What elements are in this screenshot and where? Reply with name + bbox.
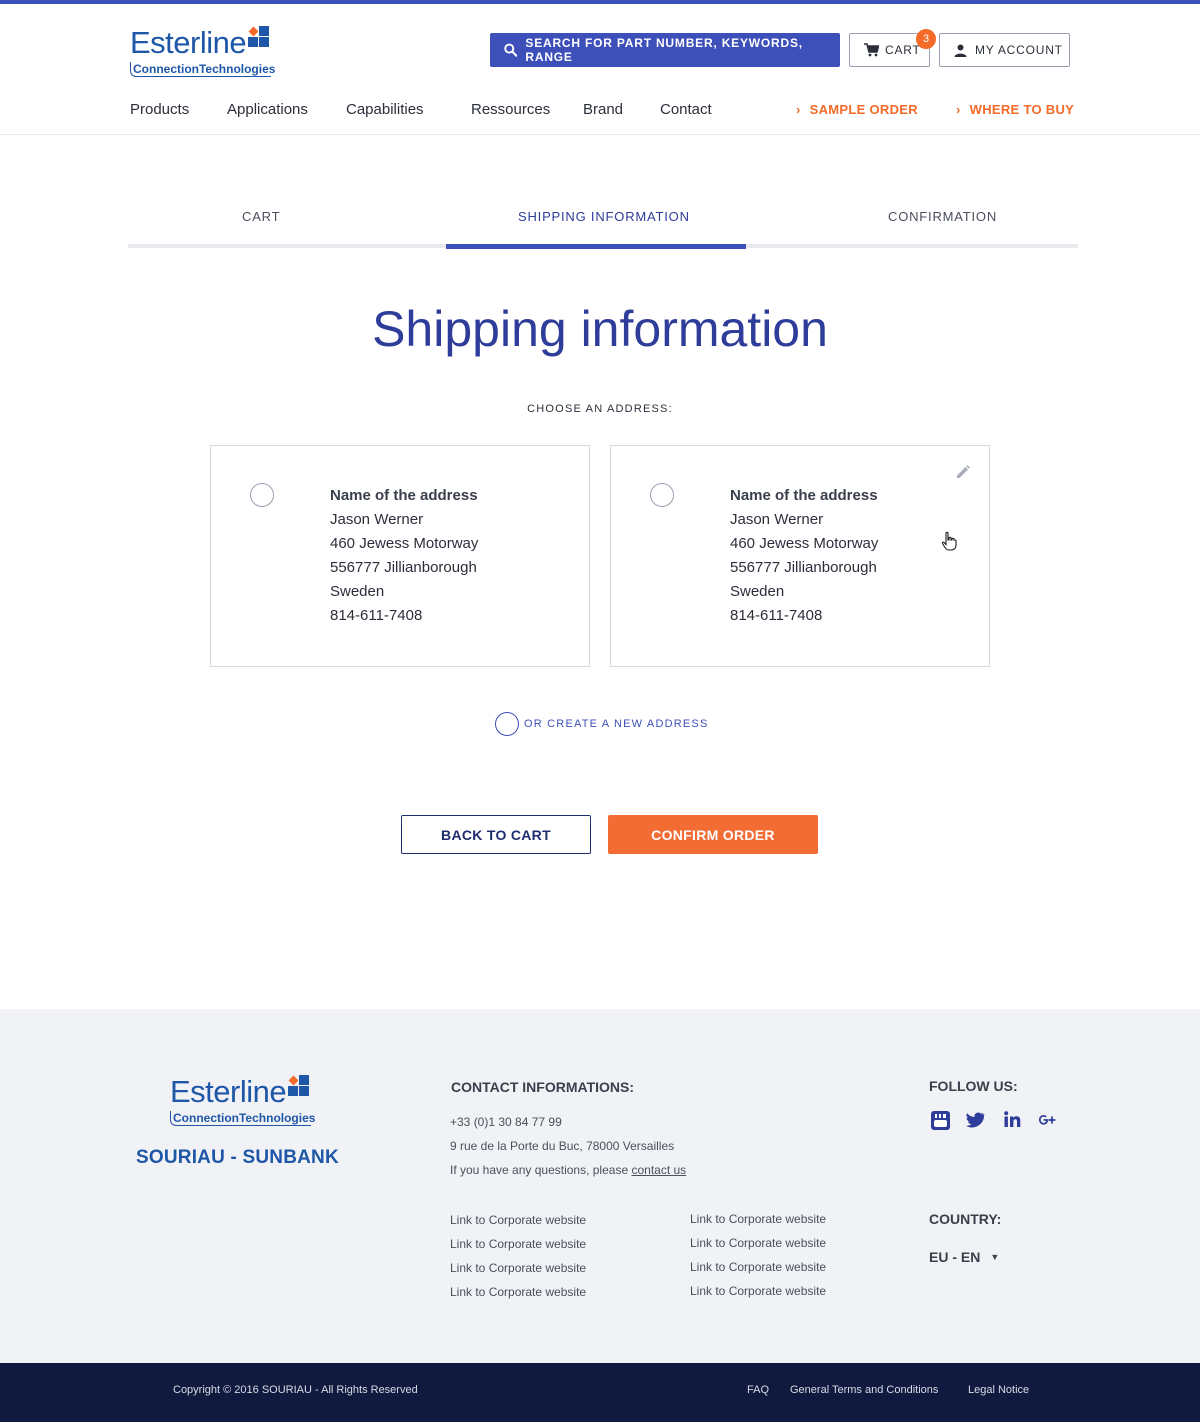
faq-link[interactable]: FAQ <box>747 1384 769 1396</box>
nav-capabilities[interactable]: Capabilities <box>346 101 424 118</box>
my-account-label: MY ACCOUNT <box>975 43 1063 57</box>
search-icon <box>504 43 518 57</box>
nav-products[interactable]: Products <box>130 101 189 118</box>
address-city: 556777 Jillianborough <box>330 559 477 576</box>
address-country: Sweden <box>330 583 385 600</box>
sample-order-label: SAMPLE ORDER <box>809 102 918 117</box>
nav-ressources[interactable]: Ressources <box>471 101 550 118</box>
sample-order-link[interactable]: › SAMPLE ORDER <box>796 102 918 117</box>
corporate-link[interactable]: Link to Corporate website <box>450 1285 586 1299</box>
country-selector[interactable]: EU - EN ▼ <box>929 1249 999 1265</box>
back-to-cart-button[interactable]: BACK TO CART <box>401 815 591 854</box>
corporate-link[interactable]: Link to Corporate website <box>690 1284 826 1298</box>
contact-address: 9 rue de la Porte du Buc, 78000 Versaill… <box>450 1139 675 1153</box>
address-person: Jason Werner <box>730 511 824 528</box>
user-icon <box>954 44 967 57</box>
terms-link[interactable]: General Terms and Conditions <box>790 1384 938 1396</box>
where-to-buy-label: WHERE TO BUY <box>969 102 1075 117</box>
new-address-radio[interactable] <box>495 712 519 736</box>
logo-mark-icon <box>248 26 269 47</box>
steps-active-indicator <box>446 244 746 249</box>
page-title: Shipping information <box>372 301 828 357</box>
cart-count-badge: 3 <box>916 29 936 49</box>
chevron-right-icon: › <box>956 102 961 117</box>
step-confirmation: CONFIRMATION <box>888 209 998 224</box>
copyright-text: Copyright © 2016 SOURIAU - All Rights Re… <box>173 1384 418 1396</box>
nav-applications[interactable]: Applications <box>227 101 308 118</box>
address-person: Jason Werner <box>330 511 424 528</box>
address-city: 556777 Jillianborough <box>730 559 877 576</box>
footer-brand-name: SOURIAU - SUNBANK <box>136 1147 339 1168</box>
address-country: Sweden <box>730 583 785 600</box>
corporate-link[interactable]: Link to Corporate website <box>690 1212 826 1226</box>
contact-question-text: If you have any questions, please <box>450 1163 629 1177</box>
address-street: 460 Jewess Motorway <box>330 535 479 552</box>
cart-icon <box>864 43 879 57</box>
corporate-link[interactable]: Link to Corporate website <box>690 1260 826 1274</box>
corporate-link[interactable]: Link to Corporate website <box>450 1261 586 1275</box>
logo-wordmark: Esterline <box>130 25 247 60</box>
country-value: EU - EN <box>929 1249 981 1265</box>
address-name: Name of the address <box>330 487 478 504</box>
address-phone: 814-611-7408 <box>730 607 823 624</box>
search-label: SEARCH FOR PART NUMBER, KEYWORDS, RANGE <box>525 36 803 64</box>
footer-logo-wordmark: Esterline <box>170 1074 287 1109</box>
my-account-button[interactable]: MY ACCOUNT <box>939 33 1070 67</box>
hand-cursor-icon <box>941 531 957 551</box>
choose-address-label: CHOOSE AN ADDRESS: <box>527 403 673 415</box>
youtube-icon[interactable] <box>931 1111 950 1130</box>
footer-esterline-logo[interactable]: Esterline ConnectionTechnologies <box>170 1075 320 1131</box>
address-card[interactable]: Name of the address Jason Werner 460 Jew… <box>610 445 990 667</box>
confirm-order-button[interactable]: CONFIRM ORDER <box>608 815 818 854</box>
corporate-link[interactable]: Link to Corporate website <box>450 1237 586 1251</box>
cart-label: CART <box>885 43 921 57</box>
site-footer: Esterline ConnectionTechnologies SOURIAU… <box>0 1009 1200 1363</box>
chevron-right-icon: › <box>796 102 801 117</box>
footer-logo-subtitle: ConnectionTechnologies <box>170 1111 315 1126</box>
nav-contact[interactable]: Contact <box>660 101 712 118</box>
logo-subtitle: ConnectionTechnologies <box>130 62 275 77</box>
corporate-link[interactable]: Link to Corporate website <box>690 1236 826 1250</box>
esterline-logo[interactable]: Esterline ConnectionTechnologies <box>130 26 280 82</box>
address-card[interactable]: Name of the address Jason Werner 460 Jew… <box>210 445 590 667</box>
nav-brand[interactable]: Brand <box>583 101 623 118</box>
address-radio[interactable] <box>650 483 674 507</box>
contact-us-link[interactable]: contact us <box>631 1163 686 1177</box>
caret-down-icon: ▼ <box>990 1252 1000 1262</box>
logo-mark-icon <box>288 1075 309 1096</box>
follow-us-heading: FOLLOW US: <box>929 1078 1018 1094</box>
address-phone: 814-611-7408 <box>330 607 423 624</box>
new-address-label: OR CREATE A NEW ADDRESS <box>524 718 709 730</box>
create-new-address-option[interactable]: OR CREATE A NEW ADDRESS <box>495 712 708 736</box>
google-plus-icon[interactable] <box>1037 1111 1057 1129</box>
step-shipping-information[interactable]: SHIPPING INFORMATION <box>518 209 690 224</box>
contact-question: If you have any questions, please contac… <box>450 1163 686 1177</box>
search-button[interactable]: SEARCH FOR PART NUMBER, KEYWORDS, RANGE <box>490 33 840 67</box>
contact-heading: CONTACT INFORMATIONS: <box>451 1079 635 1095</box>
address-name: Name of the address <box>730 487 878 504</box>
address-details: Name of the address Jason Werner 460 Jew… <box>330 484 478 628</box>
step-cart[interactable]: CART <box>242 209 280 224</box>
address-radio[interactable] <box>250 483 274 507</box>
site-header: Esterline ConnectionTechnologies SEARCH … <box>0 4 1200 135</box>
corporate-link[interactable]: Link to Corporate website <box>450 1213 586 1227</box>
linkedin-icon[interactable] <box>1004 1111 1021 1128</box>
where-to-buy-link[interactable]: › WHERE TO BUY <box>956 102 1074 117</box>
address-street: 460 Jewess Motorway <box>730 535 879 552</box>
twitter-icon[interactable] <box>965 1111 985 1129</box>
contact-phone: +33 (0)1 30 84 77 99 <box>450 1115 562 1129</box>
pencil-icon[interactable] <box>955 464 971 480</box>
legal-notice-link[interactable]: Legal Notice <box>968 1384 1029 1396</box>
country-heading: COUNTRY: <box>929 1211 1002 1227</box>
address-details: Name of the address Jason Werner 460 Jew… <box>730 484 878 628</box>
